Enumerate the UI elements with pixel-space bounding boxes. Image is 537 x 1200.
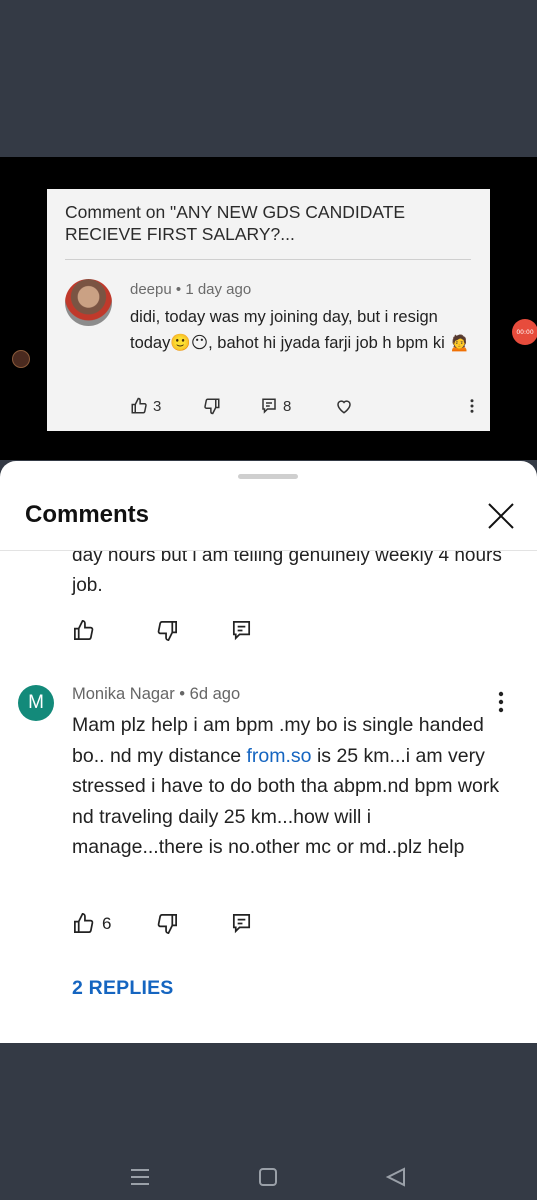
thumb-down-icon <box>204 398 220 415</box>
player-timer-badge[interactable]: 00:00 <box>512 319 537 345</box>
reply-icon <box>232 621 251 641</box>
reply-button[interactable] <box>230 619 253 642</box>
view-replies-button[interactable]: 2 REPLIES <box>72 977 174 1000</box>
comment-text: Mam plz help i am bpm .my bo is single h… <box>72 710 502 863</box>
card-actions: 3 8 <box>130 397 475 419</box>
home-icon[interactable] <box>254 1165 282 1189</box>
card-time: 1 day ago <box>185 281 252 298</box>
card-replies: 8 <box>260 397 291 415</box>
player-handle-left[interactable] <box>12 350 30 368</box>
video-player[interactable]: Comment on "ANY NEW GDS CANDIDATE RECIEV… <box>0 157 537 460</box>
close-icon[interactable] <box>485 500 517 532</box>
menu-icon[interactable] <box>126 1165 154 1189</box>
comments-sheet: Comments day hours but i am telling genu… <box>0 461 537 1043</box>
video-comment-card: Comment on "ANY NEW GDS CANDIDATE RECIEV… <box>47 189 490 431</box>
card-like-count: 3 <box>153 397 162 415</box>
comment-author[interactable]: Monika Nagar <box>72 685 175 703</box>
thumb-down-icon <box>157 621 177 641</box>
thumb-up-icon <box>74 620 94 640</box>
card-more <box>463 397 481 415</box>
comment-link[interactable]: from.so <box>247 745 312 767</box>
more-vertical-icon <box>470 399 474 413</box>
sheet-title: Comments <box>25 501 150 528</box>
card-divider <box>65 259 471 260</box>
card-meta: deepu • 1 day ago <box>130 281 252 298</box>
partial-comment-actions <box>72 619 272 643</box>
heart-icon <box>337 400 351 414</box>
card-title: Comment on "ANY NEW GDS CANDIDATE RECIEV… <box>65 202 406 244</box>
status-bar-area <box>0 0 537 157</box>
thumb-up-icon <box>74 913 94 933</box>
like-button[interactable]: 6 <box>72 912 111 935</box>
thumb-down-icon <box>157 914 177 934</box>
comment-actions: 6 <box>72 912 272 936</box>
card-like: 3 <box>130 397 161 415</box>
card-dislike <box>203 397 221 415</box>
reply-button[interactable] <box>230 912 253 935</box>
thumb-up-icon <box>131 397 147 414</box>
reply-icon <box>262 398 276 414</box>
sheet-header: Comments <box>0 481 537 551</box>
dislike-button[interactable] <box>156 619 179 642</box>
card-avatar <box>65 279 112 326</box>
card-reply-count: 8 <box>283 397 292 415</box>
like-count: 6 <box>102 913 112 933</box>
avatar[interactable]: M <box>18 685 54 721</box>
system-nav-bar <box>0 1043 537 1200</box>
reply-icon <box>232 914 251 934</box>
card-heart <box>335 397 353 415</box>
like-button[interactable] <box>72 619 95 642</box>
back-icon[interactable] <box>382 1165 410 1189</box>
comment-meta: Monika Nagar • 6d ago <box>72 685 241 703</box>
dislike-button[interactable] <box>156 912 179 935</box>
card-author: deepu <box>130 281 172 298</box>
card-comment-text: didi, today was my joining day, but i re… <box>130 308 470 352</box>
sheet-drag-handle[interactable] <box>238 474 298 479</box>
comment-time: 6d ago <box>189 685 241 703</box>
